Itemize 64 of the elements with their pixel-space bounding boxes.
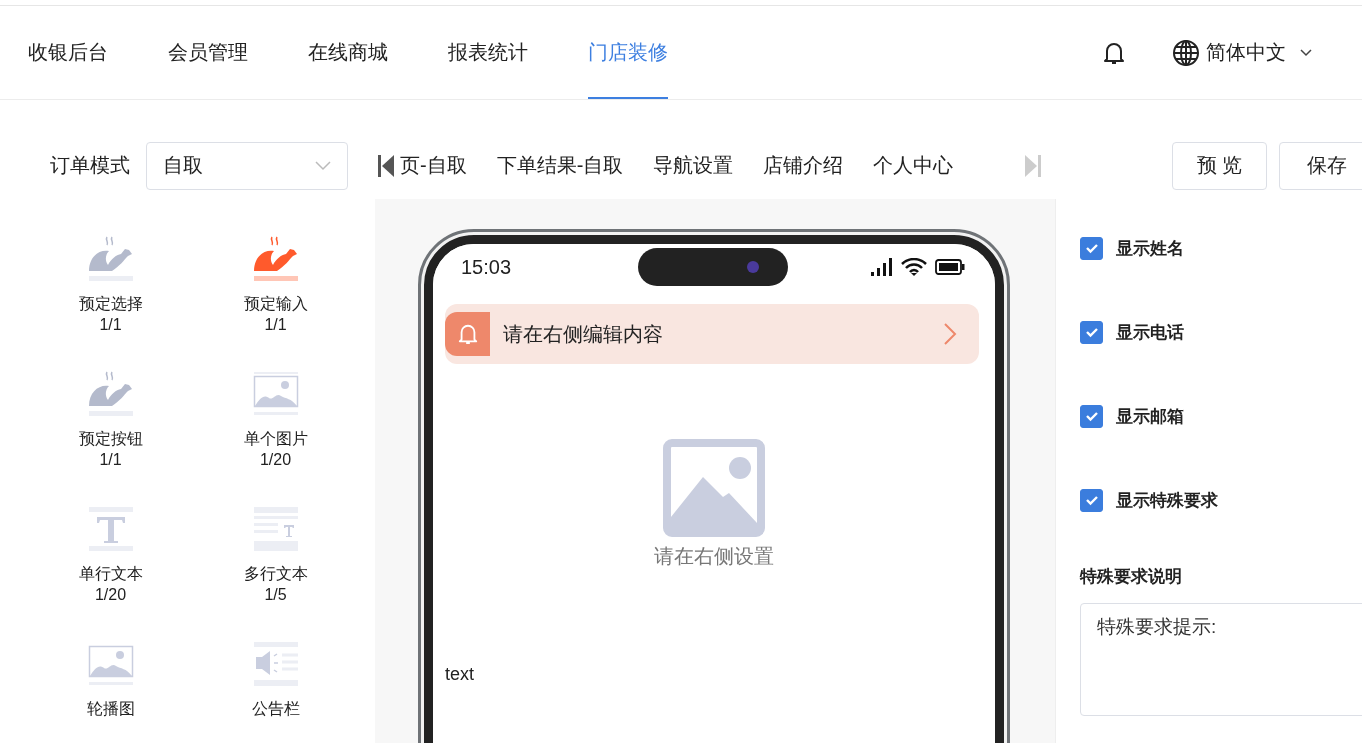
paragraph-icon[interactable] [251,505,300,553]
scroll-right-icon[interactable] [1025,154,1041,177]
special-request-field[interactable]: 特殊要求提示: [1080,603,1362,716]
page-tab[interactable]: 下单结果-自取 [496,152,624,179]
nav-tab[interactable]: 会员管理 [168,6,248,99]
widget-count: 1/1 [264,315,287,335]
wifi-icon [901,258,927,276]
nav-tab[interactable]: 门店装修 [588,6,668,99]
preview-text: text [445,664,475,685]
bell-icon [445,312,490,356]
widget-label: 预定输入 [243,294,308,314]
status-time: 15:03 [461,255,513,279]
language-label: 简体中文 [1206,40,1286,65]
widget-count: 1/1 [99,315,122,335]
image-placeholder-icon [663,439,765,537]
widget-label: 单行文本 [78,564,143,584]
widget-label: 多行文本 [243,564,308,584]
scroll-left-icon[interactable] [378,154,394,177]
nav-tab[interactable]: 在线商城 [308,6,388,99]
checkbox[interactable] [1080,488,1103,512]
widget-label: 轮播图 [86,699,135,719]
page-tab[interactable]: 个人中心 [873,152,954,179]
option-label: 显示电话 [1116,321,1184,344]
widget-label: 公告栏 [251,699,300,719]
roast-chicken-icon[interactable] [86,235,135,283]
page-tab[interactable]: 页-自取 [400,152,467,179]
widget-count: 1/20 [94,585,127,605]
image-hint: 请在右侧设置 [654,544,774,569]
notice-bar[interactable]: 请在右侧编辑内容 [445,304,979,364]
notice-text: 请在右侧编辑内容 [503,321,664,347]
battery-icon [935,259,965,275]
caret-icon [1300,48,1312,57]
option-label: 显示邮箱 [1116,405,1184,428]
camera-icon [746,260,760,274]
roast-chicken-icon[interactable] [251,235,300,283]
checkbox[interactable] [1080,320,1103,344]
page-tab[interactable]: 店铺介绍 [763,152,844,179]
chevron-right-icon [943,322,957,346]
option-label: 显示特殊要求 [1116,489,1218,512]
page-tab[interactable]: 导航设置 [653,152,734,179]
language-selector[interactable]: 简体中文 [1172,38,1312,67]
checkbox[interactable] [1080,236,1103,260]
order-mode-label: 订单模式 [50,153,130,178]
field-label: 特殊要求说明 [1080,566,1183,588]
caret-icon [315,160,331,171]
option-label: 显示姓名 [1116,237,1184,260]
roast-chicken-icon[interactable] [86,370,135,418]
widget-label: 预定选择 [78,294,143,314]
nav-tab[interactable]: 报表统计 [448,6,528,99]
speaker-icon[interactable] [251,640,300,688]
save-button[interactable]: 保存 [1279,141,1362,190]
widget-count: 1/1 [99,450,122,470]
widget-count: 1/20 [259,450,292,470]
widget-label: 预定按钮 [78,429,143,449]
signal-icon [871,258,893,276]
checkbox[interactable] [1080,404,1103,428]
order-mode-select[interactable]: 自取 [146,141,348,190]
image-icon[interactable] [251,370,300,418]
text-icon[interactable] [86,505,135,553]
nav-tab[interactable]: 收银后台 [28,6,108,99]
widget-count: 1/5 [264,585,287,605]
globe-icon [1172,38,1200,67]
widget-label: 单个图片 [243,429,308,449]
preview-button[interactable]: 预 览 [1172,141,1267,190]
